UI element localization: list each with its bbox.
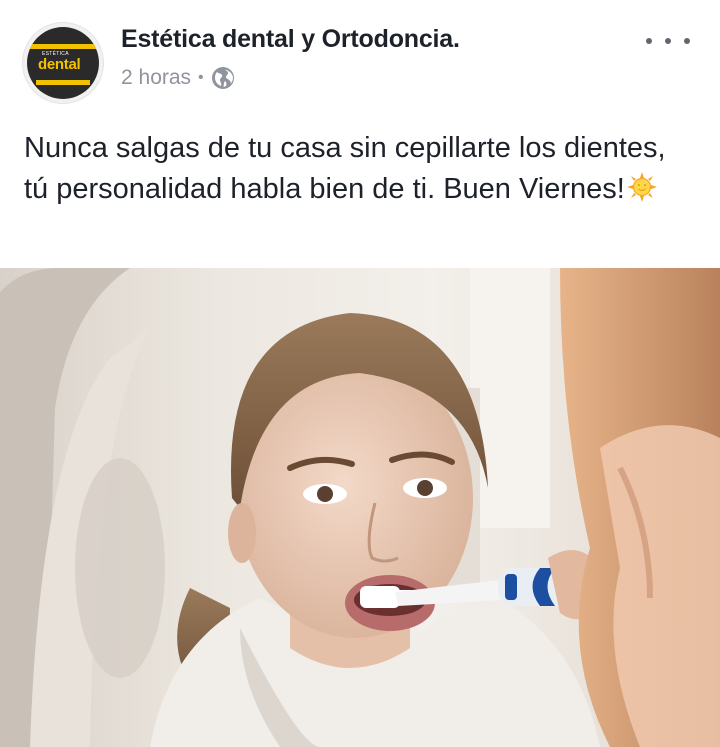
- more-dot: [684, 38, 690, 44]
- facebook-post: ESTÉTICA dental Estética dental y Ortodo…: [0, 0, 720, 747]
- post-meta: 2 horas •: [121, 64, 235, 92]
- logo-bottom-bar: [36, 80, 90, 85]
- woman-brushing-teeth-photo[interactable]: [0, 268, 720, 747]
- post-message: Nunca salgas de tu casa sin cepillarte l…: [24, 132, 666, 205]
- sun-emoji-icon: [626, 172, 657, 202]
- logo-main-text: dental: [38, 56, 81, 73]
- post-timestamp[interactable]: 2 horas: [121, 66, 191, 90]
- dental-logo: ESTÉTICA dental: [27, 27, 99, 99]
- more-dot: [646, 38, 652, 44]
- post-header: ESTÉTICA dental Estética dental y Ortodo…: [0, 0, 720, 120]
- more-dot: [665, 38, 671, 44]
- page-name-link[interactable]: Estética dental y Ortodoncia.: [121, 25, 460, 54]
- globe-icon[interactable]: [211, 66, 235, 90]
- logo-top-bar: [27, 44, 99, 49]
- page-avatar[interactable]: ESTÉTICA dental: [22, 22, 104, 104]
- more-options-icon[interactable]: [646, 28, 690, 54]
- meta-separator: •: [198, 69, 204, 86]
- post-text: Nunca salgas de tu casa sin cepillarte l…: [24, 128, 694, 210]
